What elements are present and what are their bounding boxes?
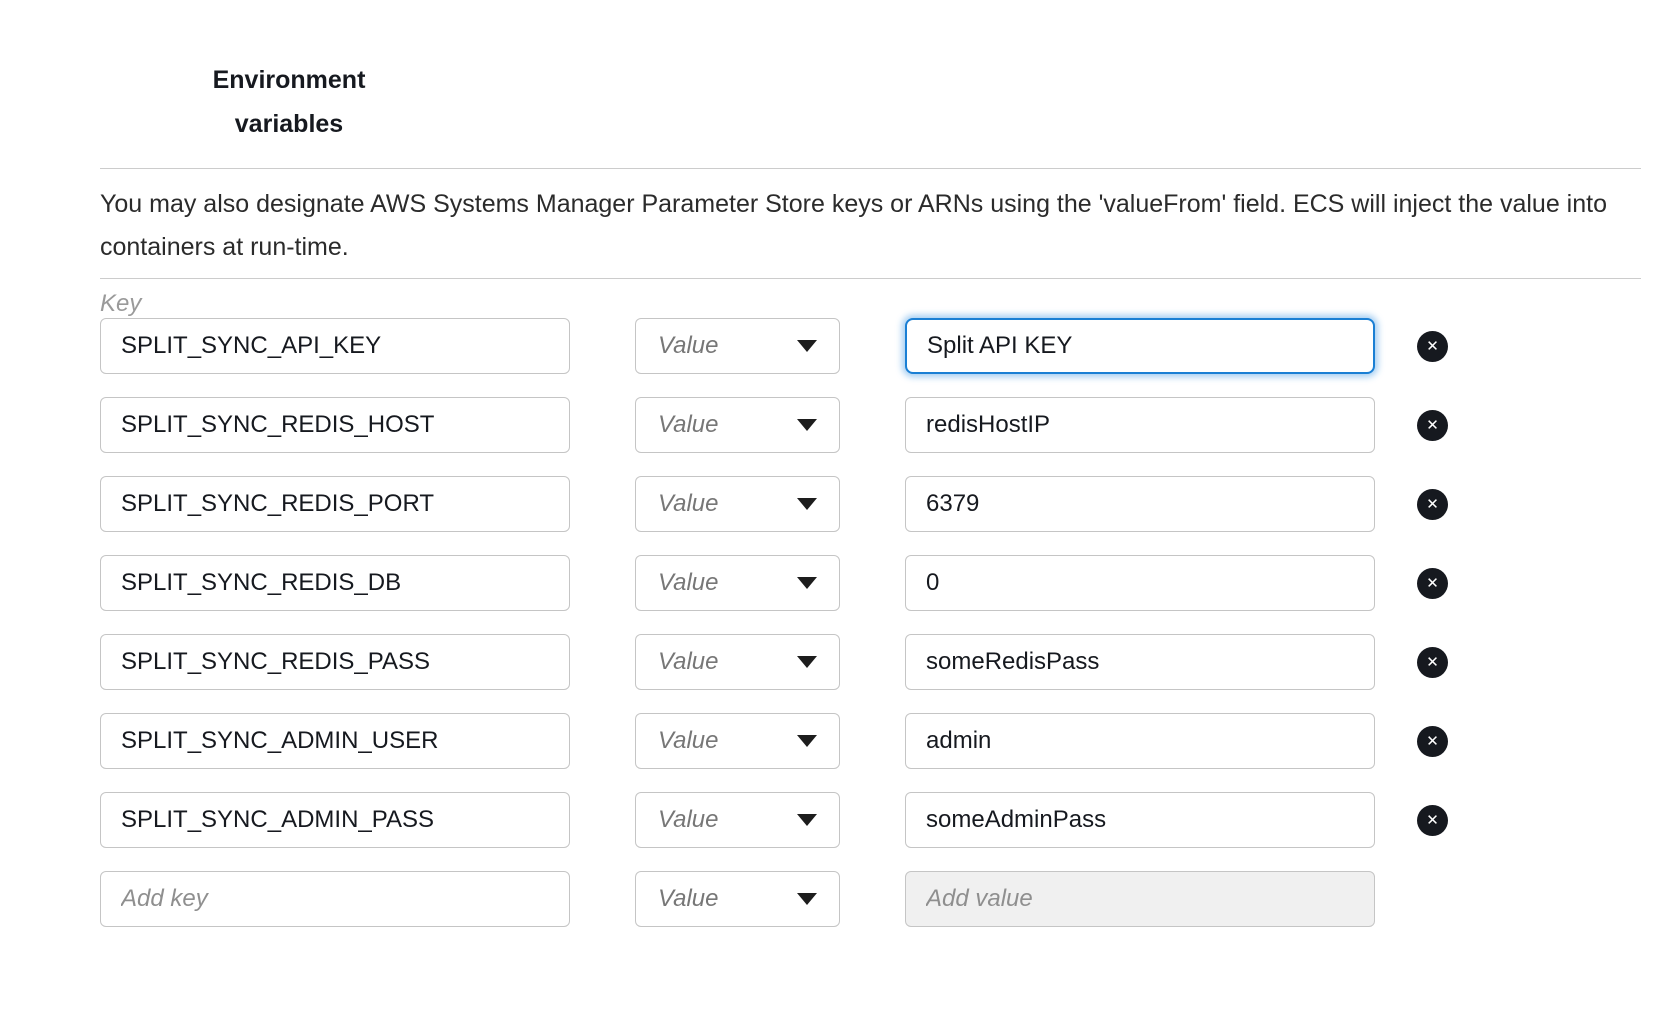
value-type-label: Value [658, 885, 719, 913]
value-type-label: Value [658, 648, 719, 676]
value-type-dropdown[interactable]: Value [635, 397, 840, 453]
divider-top [100, 168, 1641, 169]
value-input[interactable] [905, 792, 1375, 848]
value-type-label: Value [658, 806, 719, 834]
delete-row-button[interactable]: ✕ [1417, 568, 1448, 599]
env-var-row: Value ✕ [100, 476, 1448, 532]
env-var-row: Value ✕ [100, 792, 1448, 848]
section-description: You may also designate AWS Systems Manag… [100, 183, 1645, 269]
chevron-down-icon [797, 340, 817, 352]
value-type-label: Value [658, 332, 719, 360]
chevron-down-icon [797, 498, 817, 510]
value-input[interactable] [905, 397, 1375, 453]
delete-row-button[interactable]: ✕ [1417, 647, 1448, 678]
section-title: Environment variables [200, 58, 378, 146]
value-input[interactable] [905, 318, 1375, 374]
value-type-label: Value [658, 727, 719, 755]
delete-row-button[interactable]: ✕ [1417, 805, 1448, 836]
close-icon: ✕ [1426, 655, 1439, 670]
key-input[interactable] [100, 397, 570, 453]
close-icon: ✕ [1426, 576, 1439, 591]
value-type-dropdown[interactable]: Value [635, 555, 840, 611]
env-var-row: Value ✕ [100, 713, 1448, 769]
close-icon: ✕ [1426, 813, 1439, 828]
close-icon: ✕ [1426, 497, 1439, 512]
env-var-row: Value ✕ [100, 555, 1448, 611]
close-icon: ✕ [1426, 339, 1439, 354]
chevron-down-icon [797, 814, 817, 826]
value-type-dropdown[interactable]: Value [635, 634, 840, 690]
section-title-line2: variables [200, 102, 378, 146]
delete-row-button[interactable]: ✕ [1417, 489, 1448, 520]
value-type-dropdown[interactable]: Value [635, 476, 840, 532]
delete-row-button[interactable]: ✕ [1417, 331, 1448, 362]
chevron-down-icon [797, 735, 817, 747]
add-value-input[interactable] [905, 871, 1375, 927]
value-input[interactable] [905, 713, 1375, 769]
value-input[interactable] [905, 476, 1375, 532]
chevron-down-icon [797, 893, 817, 905]
value-type-dropdown[interactable]: Value [635, 713, 840, 769]
value-type-dropdown[interactable]: Value [635, 318, 840, 374]
env-var-rows: Value ✕ Value ✕ Value ✕ Value [100, 318, 1448, 927]
key-input[interactable] [100, 318, 570, 374]
key-input[interactable] [100, 476, 570, 532]
value-input[interactable] [905, 555, 1375, 611]
close-icon: ✕ [1426, 734, 1439, 749]
chevron-down-icon [797, 419, 817, 431]
env-var-row: Value ✕ [100, 318, 1448, 374]
env-var-row: Value ✕ [100, 397, 1448, 453]
value-input[interactable] [905, 634, 1375, 690]
key-input[interactable] [100, 634, 570, 690]
value-type-dropdown[interactable]: Value [635, 871, 840, 927]
value-type-dropdown[interactable]: Value [635, 792, 840, 848]
close-icon: ✕ [1426, 418, 1439, 433]
value-type-label: Value [658, 490, 719, 518]
chevron-down-icon [797, 577, 817, 589]
delete-row-button[interactable]: ✕ [1417, 726, 1448, 757]
section-title-line1: Environment [200, 58, 378, 102]
add-env-var-row: Value [100, 871, 1448, 927]
add-key-input[interactable] [100, 871, 570, 927]
delete-row-button[interactable]: ✕ [1417, 410, 1448, 441]
key-input[interactable] [100, 713, 570, 769]
env-var-row: Value ✕ [100, 634, 1448, 690]
value-type-label: Value [658, 411, 719, 439]
chevron-down-icon [797, 656, 817, 668]
key-input[interactable] [100, 792, 570, 848]
key-input[interactable] [100, 555, 570, 611]
value-type-label: Value [658, 569, 719, 597]
divider-bottom [100, 278, 1641, 279]
key-column-label: Key [100, 290, 141, 318]
